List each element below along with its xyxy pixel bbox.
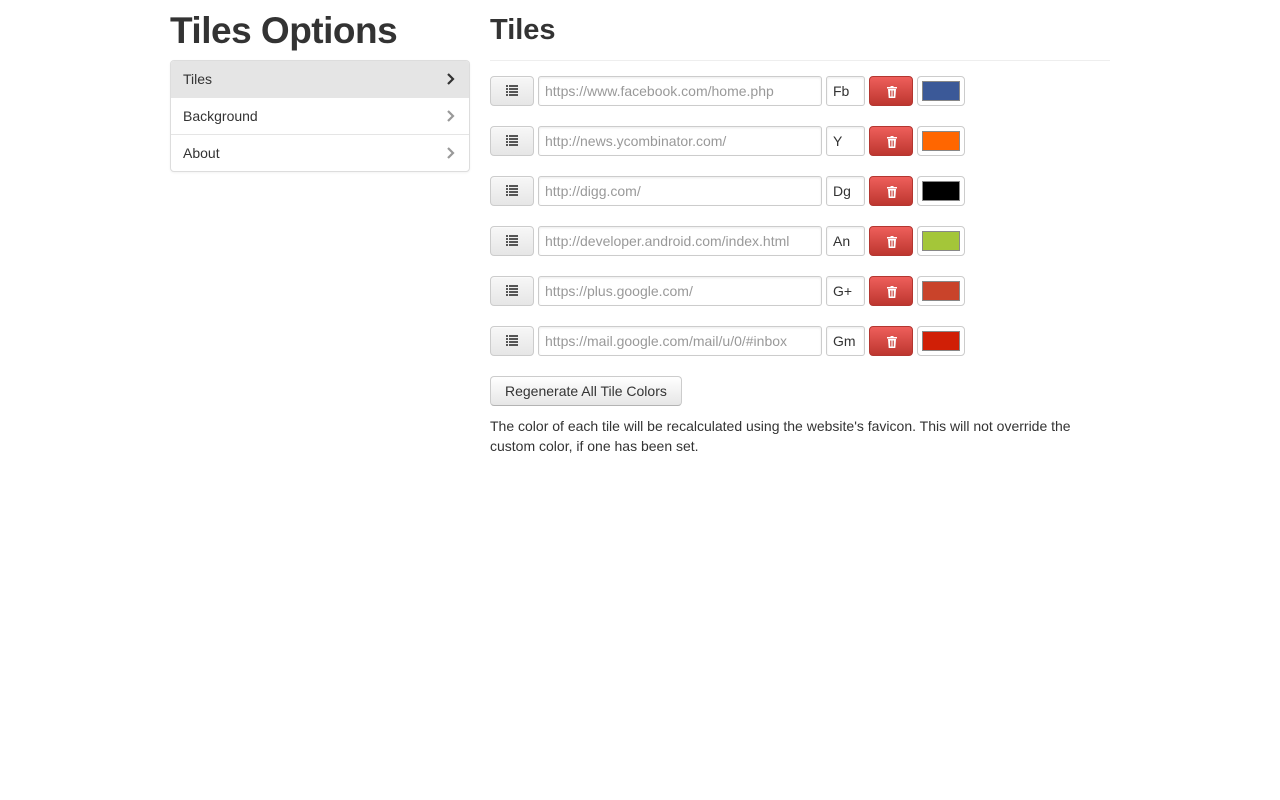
- tile-color-picker[interactable]: [917, 76, 965, 106]
- tile-url-input[interactable]: [538, 326, 822, 356]
- tile-url-input[interactable]: [538, 226, 822, 256]
- list-icon: [506, 285, 518, 296]
- delete-tile-button[interactable]: [869, 326, 913, 356]
- delete-tile-button[interactable]: [869, 126, 913, 156]
- delete-tile-button[interactable]: [869, 76, 913, 106]
- list-icon: [506, 185, 518, 196]
- section-title: Tiles: [490, 14, 556, 46]
- tile-abbr-input[interactable]: [826, 176, 865, 206]
- color-swatch: [922, 281, 960, 301]
- tile-abbr-input[interactable]: [826, 76, 865, 106]
- delete-tile-button[interactable]: [869, 276, 913, 306]
- help-text: The color of each tile will be recalcula…: [490, 418, 1071, 454]
- list-icon: [506, 335, 518, 346]
- color-swatch: [922, 131, 960, 151]
- list-icon: [506, 135, 518, 146]
- tile-url-input[interactable]: [538, 176, 822, 206]
- drag-handle[interactable]: [490, 326, 534, 356]
- trash-icon: [887, 86, 897, 98]
- tile-color-picker[interactable]: [917, 176, 965, 206]
- tile-url-input[interactable]: [538, 126, 822, 156]
- chevron-right-icon: [447, 147, 455, 159]
- tile-color-picker[interactable]: [917, 226, 965, 256]
- trash-icon: [887, 336, 897, 348]
- color-swatch: [922, 231, 960, 251]
- tile-color-picker[interactable]: [917, 326, 965, 356]
- chevron-right-icon: [447, 110, 455, 122]
- sidebar-item-about[interactable]: About: [171, 134, 469, 171]
- divider: [490, 60, 1110, 61]
- trash-icon: [887, 186, 897, 198]
- drag-handle[interactable]: [490, 276, 534, 306]
- options-page: Tiles Options Tiles Background About Til…: [0, 0, 1280, 800]
- page-title: Tiles Options: [170, 10, 398, 51]
- sidebar-item-label: About: [183, 145, 220, 161]
- color-swatch: [922, 331, 960, 351]
- delete-tile-button[interactable]: [869, 176, 913, 206]
- tile-url-input[interactable]: [538, 276, 822, 306]
- trash-icon: [887, 136, 897, 148]
- regenerate-colors-button[interactable]: Regenerate All Tile Colors: [490, 376, 682, 406]
- tile-url-input[interactable]: [538, 76, 822, 106]
- tile-abbr-input[interactable]: [826, 126, 865, 156]
- tile-abbr-input[interactable]: [826, 276, 865, 306]
- trash-icon: [887, 236, 897, 248]
- chevron-right-icon: [447, 73, 455, 85]
- drag-handle[interactable]: [490, 126, 534, 156]
- sidebar-item-tiles[interactable]: Tiles: [171, 61, 469, 97]
- color-swatch: [922, 81, 960, 101]
- trash-icon: [887, 286, 897, 298]
- delete-tile-button[interactable]: [869, 226, 913, 256]
- tile-color-picker[interactable]: [917, 276, 965, 306]
- drag-handle[interactable]: [490, 76, 534, 106]
- tile-color-picker[interactable]: [917, 126, 965, 156]
- sidebar-item-background[interactable]: Background: [171, 97, 469, 134]
- sidebar-nav: Tiles Background About: [170, 60, 470, 172]
- color-swatch: [922, 181, 960, 201]
- tile-abbr-input[interactable]: [826, 326, 865, 356]
- drag-handle[interactable]: [490, 176, 534, 206]
- sidebar-item-label: Tiles: [183, 71, 213, 87]
- tile-abbr-input[interactable]: [826, 226, 865, 256]
- drag-handle[interactable]: [490, 226, 534, 256]
- list-icon: [506, 235, 518, 246]
- sidebar-item-label: Background: [183, 108, 258, 124]
- list-icon: [506, 85, 518, 96]
